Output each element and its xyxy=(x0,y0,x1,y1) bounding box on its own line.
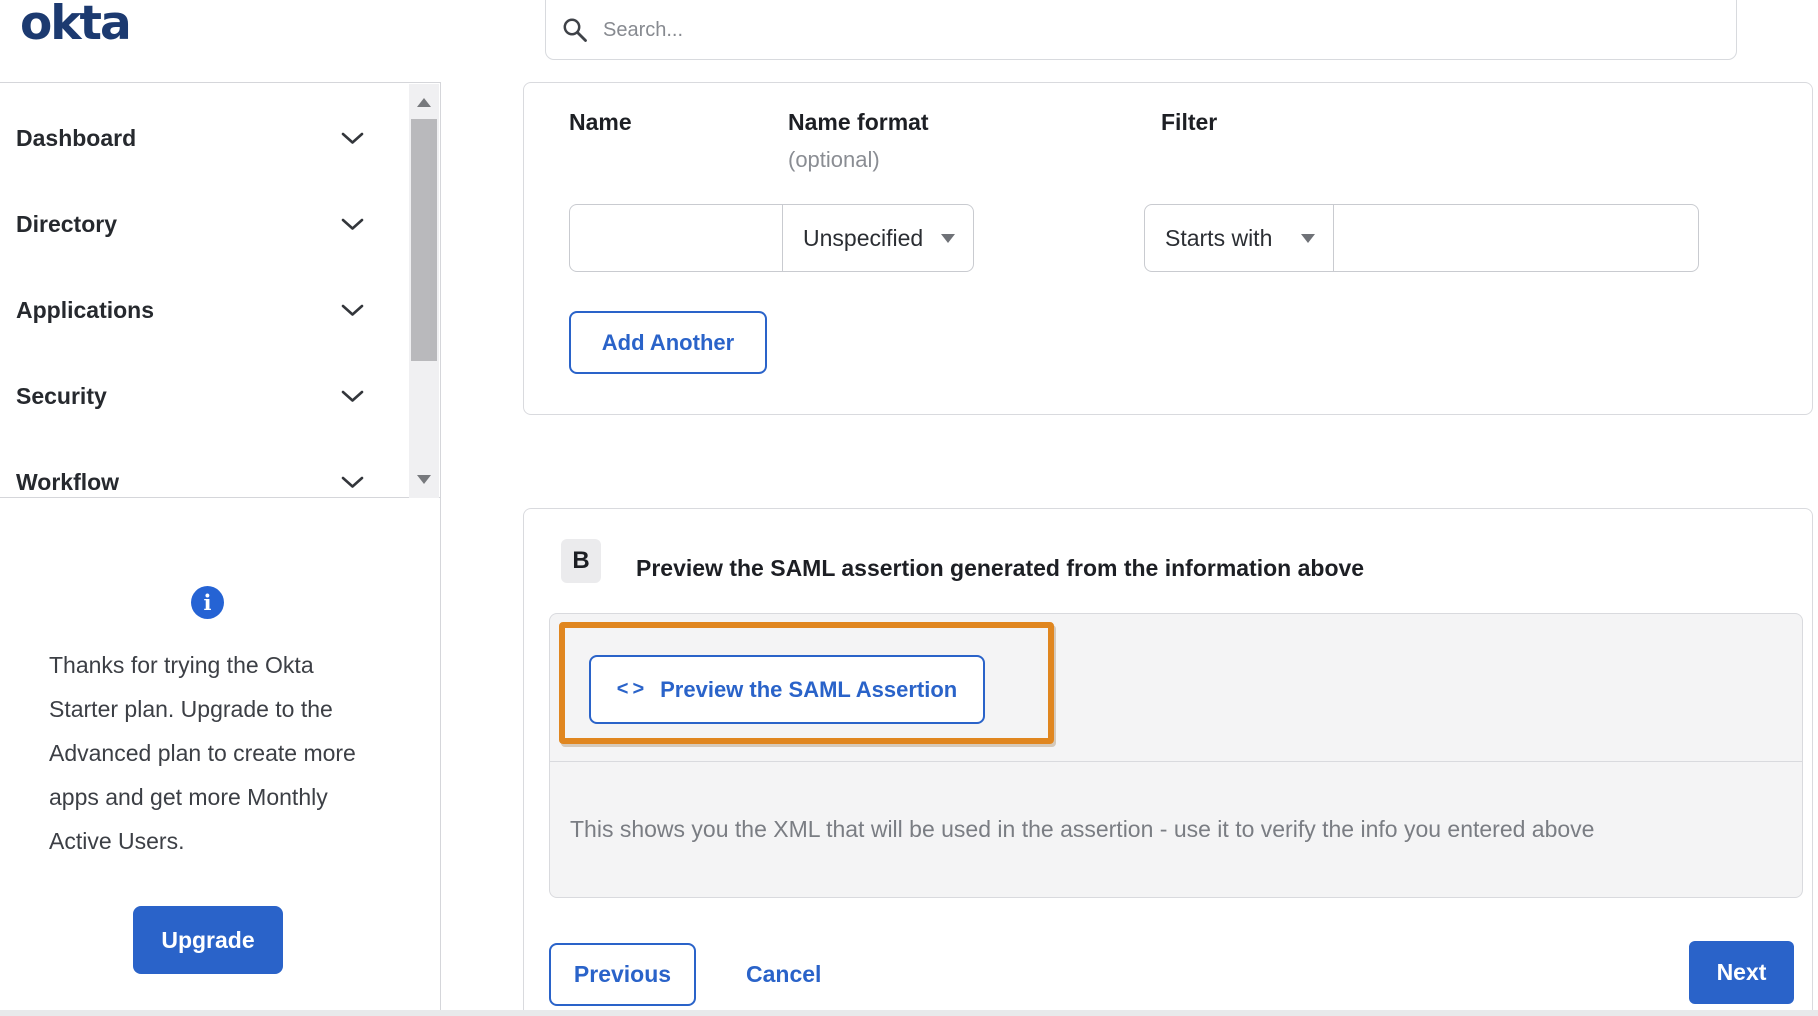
name-format-select[interactable]: Unspecified xyxy=(782,204,974,272)
search-input[interactable] xyxy=(601,17,1601,43)
attribute-name-input[interactable] xyxy=(569,204,783,272)
sidebar-scrollbar[interactable] xyxy=(409,84,439,498)
sidebar-item-workflow[interactable]: Workflow xyxy=(0,439,440,497)
filter-column-label: Filter xyxy=(1161,109,1218,135)
upgrade-button[interactable]: Upgrade xyxy=(133,906,283,974)
preview-description-panel: This shows you the XML that will be used… xyxy=(549,761,1803,898)
sidebar-item-security[interactable]: Security xyxy=(0,353,440,439)
name-format-selected-value: Unspecified xyxy=(803,224,924,251)
sidebar-item-label: Applications xyxy=(16,296,155,323)
next-button[interactable]: Next xyxy=(1689,941,1794,1004)
add-another-button[interactable]: Add Another xyxy=(569,311,767,374)
previous-button[interactable]: Previous xyxy=(549,943,696,1006)
upgrade-message: Thanks for trying the Okta Starter plan.… xyxy=(49,652,356,854)
preview-saml-card: B Preview the SAML assertion generated f… xyxy=(523,508,1813,1016)
preview-button-label: Preview the SAML Assertion xyxy=(660,676,958,702)
attribute-statements-card: Name Name format (optional) Filter Unspe… xyxy=(523,82,1813,415)
chevron-down-icon xyxy=(341,132,364,145)
sidebar-item-label: Directory xyxy=(16,210,117,237)
name-format-column-label: Name format xyxy=(788,109,929,135)
chevron-down-icon xyxy=(341,476,364,489)
sidebar-menu: Dashboard Directory Applications Securit… xyxy=(0,83,440,498)
preview-button-panel: <> Preview the SAML Assertion xyxy=(549,613,1803,761)
section-b-heading: Preview the SAML assertion generated fro… xyxy=(636,555,1365,581)
cancel-link[interactable]: Cancel xyxy=(746,943,821,1006)
name-column-label: Name xyxy=(569,109,632,135)
scrollbar-thumb[interactable] xyxy=(411,119,437,361)
sidebar-item-dashboard[interactable]: Dashboard xyxy=(0,95,440,181)
scroll-down-icon[interactable] xyxy=(417,475,431,484)
chevron-down-icon xyxy=(341,304,364,317)
chevron-down-icon xyxy=(341,390,364,403)
section-b-badge: B xyxy=(561,539,601,583)
filter-value-input[interactable] xyxy=(1333,204,1699,272)
code-icon: <> xyxy=(616,678,649,700)
sidebar-item-label: Dashboard xyxy=(16,124,137,151)
name-format-optional-label: (optional) xyxy=(788,147,880,172)
okta-admin-screen: okta Dashboard Directory Applicatio xyxy=(0,0,1818,1016)
okta-logo: okta xyxy=(20,0,132,51)
info-icon: i xyxy=(191,586,224,619)
sidebar-item-label: Security xyxy=(16,382,107,409)
search-icon xyxy=(563,18,587,42)
dropdown-arrow-icon xyxy=(1301,233,1315,243)
sidebar-item-directory[interactable]: Directory xyxy=(0,181,440,267)
filter-type-select[interactable]: Starts with xyxy=(1144,204,1334,272)
sidebar-item-applications[interactable]: Applications xyxy=(0,267,440,353)
dropdown-arrow-icon xyxy=(941,233,955,243)
preview-description-text: This shows you the XML that will be used… xyxy=(570,816,1595,842)
chevron-down-icon xyxy=(341,218,364,231)
bottom-edge-strip xyxy=(0,1010,1818,1016)
sidebar: Dashboard Directory Applications Securit… xyxy=(0,82,441,1016)
filter-type-selected-value: Starts with xyxy=(1165,224,1273,251)
preview-saml-assertion-button[interactable]: <> Preview the SAML Assertion xyxy=(589,655,985,724)
sidebar-item-label: Workflow xyxy=(16,468,120,495)
global-search xyxy=(545,0,1737,60)
scroll-up-icon[interactable] xyxy=(417,98,431,107)
